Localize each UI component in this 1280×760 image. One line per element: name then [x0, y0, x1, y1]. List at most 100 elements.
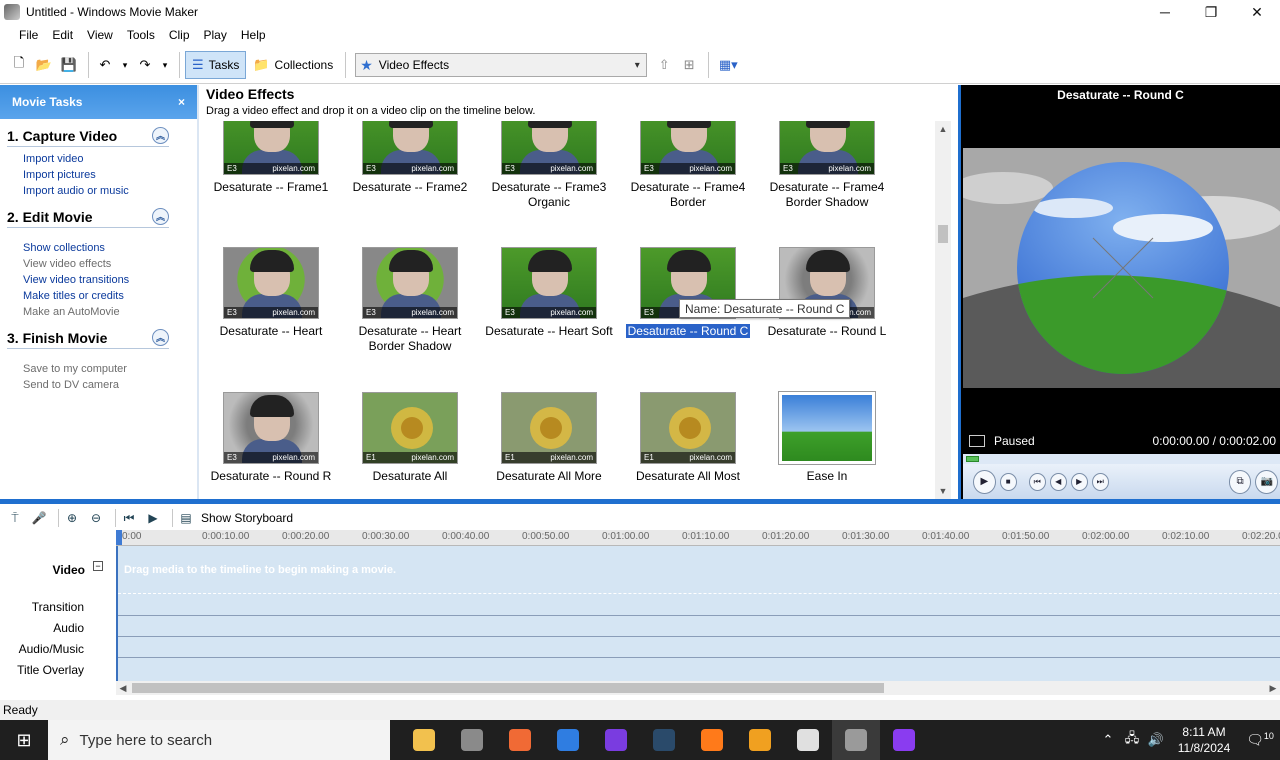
taskbar-app-app-heart[interactable] — [880, 720, 928, 760]
notifications-icon[interactable]: 🗨10 — [1240, 731, 1280, 749]
collapse-icon[interactable]: ︽ — [152, 127, 169, 144]
menu-help[interactable]: Help — [234, 28, 273, 42]
volume-icon[interactable]: 🔊 — [1144, 732, 1168, 748]
taskbar-app-movie-maker[interactable] — [832, 720, 880, 760]
effect-item[interactable]: E3 pixelan.com Desaturate -- Heart — [203, 247, 339, 387]
task-link-import-pictures[interactable]: Import pictures — [7, 167, 197, 183]
scroll-up-icon[interactable]: ▲ — [935, 121, 951, 137]
title-overlay-track[interactable] — [118, 658, 1280, 681]
task-link-view-video-transitions[interactable]: View video transitions — [7, 272, 197, 288]
taskbar-app-app-red[interactable] — [496, 720, 544, 760]
narrate-timeline-icon[interactable]: 🎤 — [30, 509, 48, 527]
storyboard-icon[interactable]: ▤ — [177, 509, 195, 527]
effect-item[interactable]: Ease In — [759, 392, 895, 499]
undo-dropdown-icon[interactable]: ▾ — [119, 54, 131, 76]
timeline-scrollbar[interactable]: ◀ ▶ — [116, 681, 1280, 695]
step-back-icon[interactable]: ◀ — [1049, 472, 1067, 491]
menu-clip[interactable]: Clip — [162, 28, 197, 42]
task-link-show-collections[interactable]: Show collections — [7, 240, 197, 256]
scrollbar-thumb[interactable] — [938, 225, 948, 243]
taskbar-app-file-explorer[interactable] — [400, 720, 448, 760]
open-project-icon[interactable]: 📂 — [33, 54, 55, 76]
network-icon[interactable]: 🖧 — [1120, 729, 1144, 751]
collections-button[interactable]: 📁 Collections — [246, 51, 340, 79]
task-link-import-video[interactable]: Import video — [7, 151, 197, 167]
take-picture-icon[interactable]: 📷 — [1255, 469, 1278, 494]
up-one-level-icon[interactable]: ⇧ — [653, 54, 675, 76]
task-section-title[interactable]: 2. Edit Movie ︽ — [7, 208, 169, 228]
effect-item[interactable]: E3 pixelan.com Desaturate -- Frame3 Organi… — [481, 121, 617, 243]
show-storyboard-button[interactable]: Show Storyboard — [201, 511, 293, 525]
maximize-button[interactable]: ❐ — [1188, 0, 1234, 24]
taskbar-app-settings[interactable] — [448, 720, 496, 760]
save-project-icon[interactable]: 💾 — [58, 54, 80, 76]
audio-music-track[interactable] — [118, 637, 1280, 658]
collapse-icon[interactable]: ︽ — [152, 329, 169, 346]
scroll-left-icon[interactable]: ◀ — [116, 681, 130, 695]
taskbar-app-app-purple[interactable] — [592, 720, 640, 760]
menu-file[interactable]: File — [12, 28, 45, 42]
collapse-icon[interactable]: ︽ — [152, 208, 169, 225]
timeline-scrollbar-thumb[interactable] — [132, 683, 884, 693]
taskbar-app-search-app[interactable] — [736, 720, 784, 760]
new-project-icon[interactable]: 🗋 — [8, 54, 30, 76]
effect-item[interactable]: E3 pixelan.com Desaturate -- Frame4 Border — [620, 121, 756, 243]
tasks-button[interactable]: ☰ Tasks — [185, 51, 247, 79]
redo-icon[interactable]: ↷ — [134, 54, 156, 76]
next-frame-icon[interactable]: ⏭ — [1091, 472, 1109, 491]
track-label-title-overlay[interactable]: Title Overlay — [17, 663, 84, 677]
views-icon[interactable]: ▦▾ — [714, 54, 742, 76]
task-link-import-audio[interactable]: Import audio or music — [7, 183, 197, 199]
menu-edit[interactable]: Edit — [45, 28, 80, 42]
effect-item[interactable]: E1 pixelan.com Desaturate All — [342, 392, 478, 499]
collection-dropdown[interactable]: ★ Video Effects ▾ — [355, 53, 648, 77]
redo-dropdown-icon[interactable]: ▾ — [159, 54, 171, 76]
play-timeline-icon[interactable]: ▶ — [144, 509, 162, 527]
effects-scrollbar[interactable]: ▲ ▼ — [935, 121, 951, 499]
effect-item[interactable]: E1 pixelan.com Desaturate All More — [481, 392, 617, 499]
zoom-in-icon[interactable]: ⊕ — [63, 509, 81, 527]
close-icon[interactable]: × — [178, 95, 185, 109]
minimize-button[interactable]: ─ — [1142, 0, 1188, 24]
expand-video-track-icon[interactable]: − — [93, 561, 103, 571]
effect-item[interactable]: E3 pixelan.com Desaturate -- Frame1 — [203, 121, 339, 243]
taskbar-clock[interactable]: 8:11 AM 11/8/2024 — [1168, 724, 1240, 756]
taskbar-app-steam[interactable] — [640, 720, 688, 760]
menu-view[interactable]: View — [80, 28, 120, 42]
zoom-out-icon[interactable]: ⊖ — [87, 509, 105, 527]
play-icon[interactable]: ▶ — [973, 469, 996, 494]
transition-track[interactable] — [118, 594, 1280, 616]
show-hidden-icons-icon[interactable]: ⌃ — [1096, 732, 1120, 748]
effect-item[interactable]: E1 pixelan.com Desaturate All Most — [620, 392, 756, 499]
menu-tools[interactable]: Tools — [120, 28, 162, 42]
task-link-make-titles[interactable]: Make titles or credits — [7, 288, 197, 304]
close-button[interactable]: ✕ — [1234, 0, 1280, 24]
track-label-video[interactable]: Video — [53, 563, 85, 577]
seek-knob[interactable] — [966, 456, 979, 462]
stop-icon[interactable]: ■ — [999, 472, 1017, 491]
effect-item[interactable]: E3 pixelan.com Desaturate -- Frame2 — [342, 121, 478, 243]
set-audio-levels-icon[interactable]: ⍑ — [6, 509, 24, 527]
windows-start-icon[interactable]: ⊞ — [0, 720, 48, 760]
timeline-tracks[interactable]: Drag media to the timeline to begin maki… — [116, 546, 1280, 681]
track-label-audio-music[interactable]: Audio/Music — [19, 642, 84, 656]
taskbar-app-firefox[interactable] — [688, 720, 736, 760]
task-section-title[interactable]: 3. Finish Movie ︽ — [7, 329, 169, 349]
previous-frame-icon[interactable]: ⏮ — [1028, 472, 1046, 491]
menu-play[interactable]: Play — [197, 28, 234, 42]
timeline-ruler[interactable]: 0:00 0:00:10.00 0:00:20.00 0:00:30.00 0:00:4… — [116, 530, 1280, 546]
audio-track[interactable] — [118, 616, 1280, 637]
taskbar-app-app-figure[interactable] — [784, 720, 832, 760]
scroll-down-icon[interactable]: ▼ — [935, 483, 951, 499]
effect-item[interactable]: E3 pixelan.com Desaturate -- Heart Border … — [342, 247, 478, 387]
effect-item[interactable]: E3 pixelan.com Desaturate -- Heart Soft — [481, 247, 617, 387]
effect-item[interactable]: E3 pixelan.com Desaturate -- Frame4 Border… — [759, 121, 895, 243]
timeline-divider[interactable] — [0, 499, 1280, 504]
taskbar-search-box[interactable]: ⌕ Type here to search — [48, 720, 390, 760]
task-section-title[interactable]: 1. Capture Video ︽ — [7, 127, 169, 147]
rewind-timeline-icon[interactable]: ⏮ — [120, 509, 138, 527]
undo-icon[interactable]: ↶ — [94, 54, 116, 76]
video-track[interactable]: Drag media to the timeline to begin maki… — [118, 546, 1280, 594]
seek-bar[interactable] — [963, 454, 1280, 464]
scroll-right-icon[interactable]: ▶ — [1266, 681, 1280, 695]
